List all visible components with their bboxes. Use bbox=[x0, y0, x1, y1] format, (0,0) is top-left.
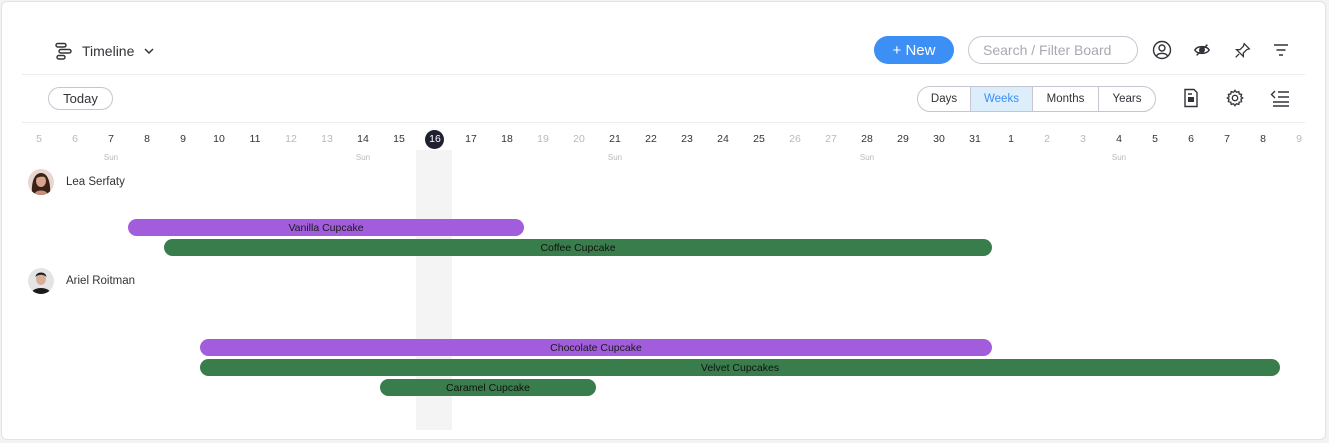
timeline-item-coffee-cupcake[interactable]: Coffee Cupcake bbox=[164, 239, 992, 256]
document-icon bbox=[1184, 88, 1198, 108]
date-cell: 13 bbox=[321, 133, 333, 145]
scale-weeks[interactable]: Weeks bbox=[970, 87, 1032, 111]
filter-button[interactable] bbox=[1269, 38, 1293, 62]
date-cell: 31 bbox=[969, 133, 981, 145]
date-cell: 11 bbox=[249, 133, 261, 145]
group-ariel-roitman[interactable]: Ariel Roitman bbox=[28, 268, 135, 294]
week-marker: Sun bbox=[103, 153, 119, 162]
pin-icon bbox=[1234, 42, 1250, 58]
date-today: 16 bbox=[429, 133, 441, 145]
date-cell: 15 bbox=[393, 133, 405, 145]
today-button[interactable]: Today bbox=[48, 87, 113, 110]
person-icon bbox=[1152, 40, 1172, 60]
date-cell: 7 bbox=[108, 133, 114, 145]
timescale-selector: Days Weeks Months Years bbox=[917, 86, 1156, 112]
date-cell: 20 bbox=[573, 133, 585, 145]
date-cell: 18 bbox=[501, 133, 513, 145]
date-cell: 3 bbox=[1080, 133, 1086, 145]
timeline-item-vanilla-cupcake[interactable]: Vanilla Cupcake bbox=[128, 219, 524, 236]
week-marker: Sun bbox=[607, 153, 623, 162]
view-selector[interactable]: Timeline bbox=[54, 40, 156, 62]
date-cell: 5 bbox=[1152, 133, 1158, 145]
woman-avatar bbox=[28, 169, 54, 195]
toolbar-divider bbox=[22, 122, 1305, 123]
date-cell: 25 bbox=[753, 133, 765, 145]
group-person-name: Lea Serfaty bbox=[66, 176, 125, 188]
timeline-board: Timeline + New Today Days Weeks Months Y… bbox=[1, 1, 1326, 440]
pin-button[interactable] bbox=[1230, 38, 1254, 62]
group-person-name: Ariel Roitman bbox=[66, 275, 136, 287]
export-button[interactable] bbox=[1179, 86, 1203, 110]
date-cell: 9 bbox=[1296, 133, 1302, 145]
date-cell: 23 bbox=[681, 133, 693, 145]
date-cell: 10 bbox=[213, 133, 225, 145]
date-cell: 27 bbox=[825, 133, 837, 145]
man-avatar bbox=[28, 268, 54, 294]
scale-months[interactable]: Months bbox=[1032, 87, 1098, 111]
date-cell: 17 bbox=[465, 133, 477, 145]
date-cell: 24 bbox=[717, 133, 729, 145]
chevron-down-icon bbox=[144, 48, 154, 55]
date-cell: 26 bbox=[789, 133, 801, 145]
date-cell: 21 bbox=[609, 133, 621, 145]
week-marker: Sun bbox=[355, 153, 371, 162]
eye-slash-icon bbox=[1193, 44, 1211, 56]
view-name: Timeline bbox=[82, 43, 135, 59]
search-input[interactable] bbox=[968, 36, 1138, 64]
settings-button[interactable] bbox=[1223, 86, 1247, 110]
date-cell: 22 bbox=[645, 133, 657, 145]
date-cell: 30 bbox=[933, 133, 945, 145]
person-filter-button[interactable] bbox=[1150, 38, 1174, 62]
timeline-item-chocolate-cupcake[interactable]: Chocolate Cupcake bbox=[200, 339, 992, 356]
scale-days[interactable]: Days bbox=[918, 87, 970, 111]
date-cell: 8 bbox=[1260, 133, 1266, 145]
date-cell: 19 bbox=[537, 133, 549, 145]
group-lea-serfaty[interactable]: Lea Serfaty bbox=[28, 169, 125, 195]
date-cell: 4 bbox=[1116, 133, 1122, 145]
date-cell: 1 bbox=[1008, 133, 1014, 145]
hide-columns-button[interactable] bbox=[1190, 38, 1214, 62]
timeline-item-velvet-cupcakes[interactable]: Velvet Cupcakes bbox=[200, 359, 1280, 376]
scale-years[interactable]: Years bbox=[1098, 87, 1155, 111]
date-cell: 8 bbox=[144, 133, 150, 145]
date-cell: 9 bbox=[180, 133, 186, 145]
date-cell: 7 bbox=[1224, 133, 1230, 145]
header-divider bbox=[22, 74, 1305, 75]
week-marker: Sun bbox=[1111, 153, 1127, 162]
timeline-icon bbox=[55, 42, 72, 60]
date-cell: 12 bbox=[285, 133, 297, 145]
date-cell: 6 bbox=[1188, 133, 1194, 145]
filter-icon bbox=[1274, 44, 1288, 56]
new-item-button[interactable]: + New bbox=[874, 36, 954, 64]
date-cell: 6 bbox=[72, 133, 78, 145]
week-marker: Sun bbox=[859, 153, 875, 162]
date-cell: 29 bbox=[897, 133, 909, 145]
collapse-list-icon bbox=[1270, 90, 1289, 107]
date-cell: 2 bbox=[1044, 133, 1050, 145]
date-cell: 28 bbox=[861, 133, 873, 145]
date-cell: 14 bbox=[357, 133, 369, 145]
date-cell: 5 bbox=[36, 133, 42, 145]
gear-icon bbox=[1226, 89, 1244, 107]
collapse-panel-button[interactable] bbox=[1268, 86, 1292, 110]
timeline-item-caramel-cupcake[interactable]: Caramel Cupcake bbox=[380, 379, 596, 396]
